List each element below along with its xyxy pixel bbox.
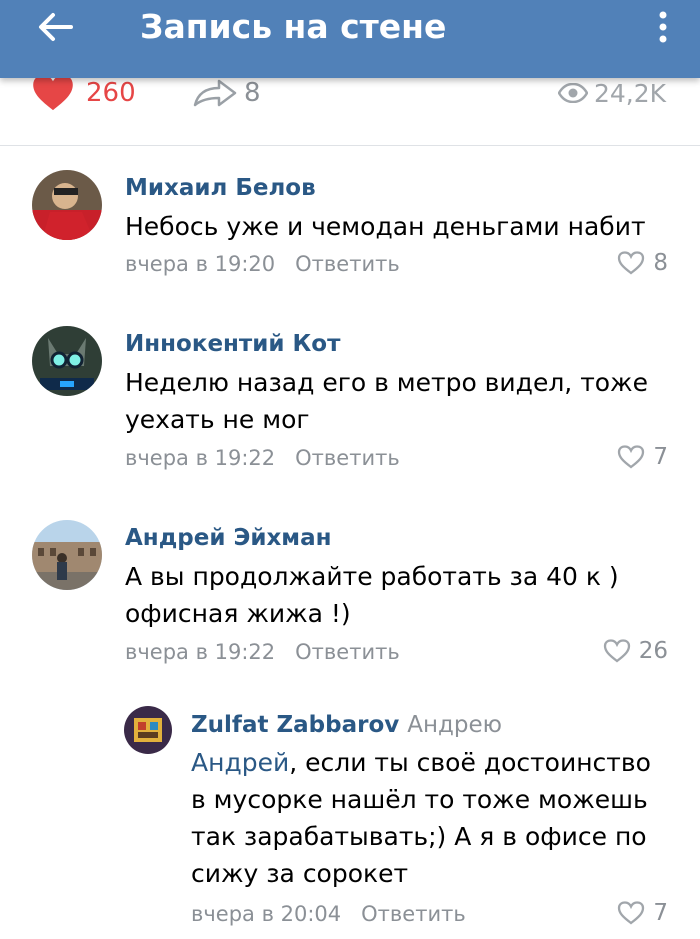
heart-filled-icon — [33, 75, 73, 111]
comment-text: Андрей, если ты своё достоинство в мусор… — [191, 744, 661, 892]
comment-author: Zulfat Zabbarov Андрею — [191, 712, 502, 738]
post-like-button[interactable]: 260 — [30, 75, 136, 111]
post-share-count: 8 — [244, 78, 261, 108]
comment-author-name[interactable]: Zulfat Zabbarov — [191, 712, 399, 738]
heart-outline-icon — [618, 901, 645, 925]
comment-like-count: 8 — [653, 250, 668, 276]
page-title: Запись на стене — [140, 7, 447, 46]
reply-to-label[interactable]: Андрею — [407, 712, 502, 738]
post-stats: 260 8 24,2K — [0, 75, 700, 146]
comment-meta: вчера в 19:22 Ответить — [125, 640, 400, 664]
comment-meta: вчера в 19:22 Ответить — [125, 446, 400, 470]
avatar-image — [32, 170, 102, 240]
comment-time: вчера в 19:20 — [125, 252, 276, 276]
avatar-image — [32, 326, 102, 396]
comment-text: А вы продолжайте работать за 40 к ) офис… — [125, 562, 619, 628]
comment-like-button[interactable]: 7 — [617, 900, 668, 926]
share-arrow-icon — [193, 79, 237, 107]
eye-icon — [558, 83, 588, 103]
app-header: Запись на стене — [0, 0, 700, 78]
post-share-button[interactable]: 8 — [192, 78, 261, 108]
heart-outline-icon — [618, 445, 645, 469]
back-button[interactable] — [30, 4, 80, 50]
avatar[interactable] — [124, 706, 172, 754]
divider — [0, 145, 700, 146]
comment-time: вчера в 19:22 — [125, 446, 276, 470]
comment-time: вчера в 20:04 — [191, 902, 342, 926]
comment-like-button[interactable]: 7 — [617, 444, 668, 470]
avatar[interactable] — [32, 520, 102, 590]
mention-link[interactable]: Андрей — [191, 748, 289, 777]
post-views: 24,2K — [558, 78, 666, 108]
comment-meta: вчера в 19:20 Ответить — [125, 252, 400, 276]
heart-outline-icon — [603, 639, 630, 663]
arrow-left-icon — [39, 13, 73, 41]
comment-like-count: 26 — [638, 638, 668, 664]
comment-author[interactable]: Андрей Эйхман — [125, 525, 332, 551]
reply-button[interactable]: Ответить — [295, 446, 400, 470]
avatar[interactable] — [32, 170, 102, 240]
heart-outline-icon — [618, 251, 645, 275]
reply-button[interactable]: Ответить — [295, 252, 400, 276]
comment-like-button[interactable]: 26 — [603, 638, 668, 664]
post-like-count: 260 — [86, 78, 136, 108]
comment-author[interactable]: Михаил Белов — [125, 175, 316, 201]
comment-text: Небось уже и чемодан деньгами набит — [125, 212, 646, 241]
comment-like-button[interactable]: 8 — [617, 250, 668, 276]
more-vertical-icon — [659, 11, 667, 43]
reply-button[interactable]: Ответить — [295, 640, 400, 664]
reply-button[interactable]: Ответить — [361, 902, 466, 926]
avatar-image — [124, 706, 172, 754]
comment-author[interactable]: Иннокентий Кот — [125, 331, 340, 357]
comment-like-count: 7 — [653, 900, 668, 926]
avatar-image — [32, 520, 102, 590]
comment-meta: вчера в 20:04 Ответить — [191, 902, 466, 926]
comment-text: Неделю назад его в метро видел, тоже уех… — [125, 368, 648, 434]
avatar[interactable] — [32, 326, 102, 396]
comment-like-count: 7 — [653, 444, 668, 470]
post-view-count: 24,2K — [594, 78, 667, 108]
comment-time: вчера в 19:22 — [125, 640, 276, 664]
more-options-button[interactable] — [646, 4, 680, 50]
